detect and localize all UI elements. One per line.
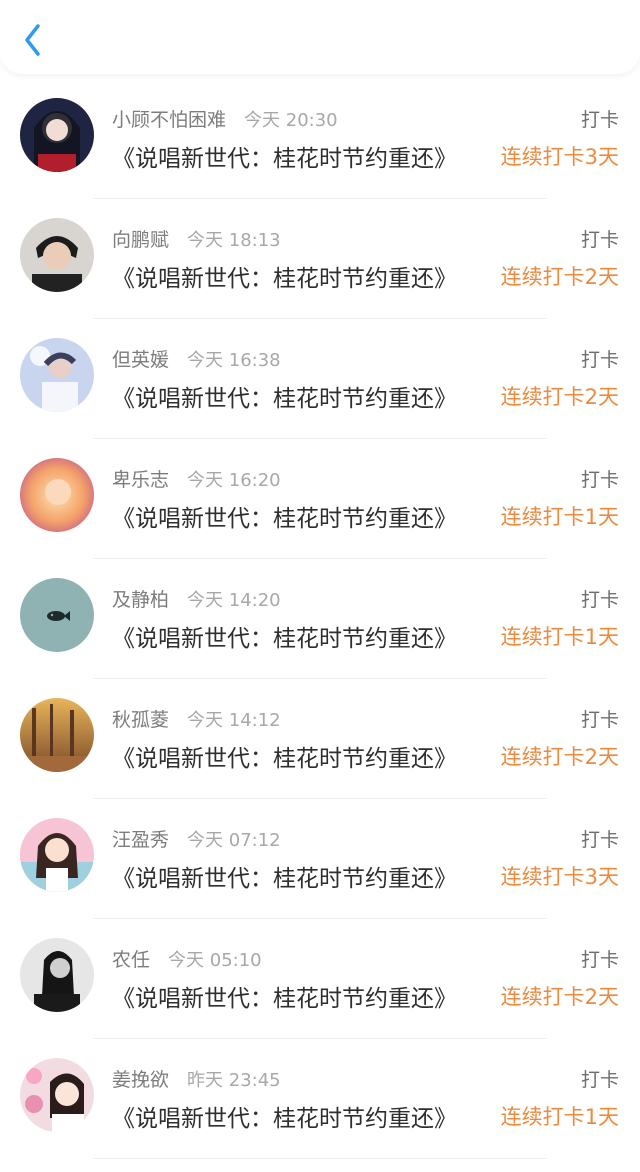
timestamp: 今天 20:30: [244, 110, 338, 131]
entry-title: 《说唱新世代：桂花时节约重还》: [112, 1106, 457, 1132]
checkin-label: 打卡: [580, 709, 619, 731]
timestamp: 今天 16:20: [187, 470, 281, 491]
checkin-label: 打卡: [580, 589, 619, 611]
checkin-label: 打卡: [580, 829, 619, 851]
avatar[interactable]: [20, 938, 94, 1012]
user-name: 姜挽欲 昨天 23:45: [112, 1069, 281, 1091]
entry-title: 《说唱新世代：桂花时节约重还》: [112, 986, 457, 1012]
streak-label: 连续打卡3天: [500, 865, 619, 889]
avatar[interactable]: [20, 338, 94, 412]
timestamp: 今天 07:12: [187, 830, 281, 851]
streak-label: 连续打卡2天: [500, 265, 619, 289]
entry-title: 《说唱新世代：桂花时节约重还》: [112, 386, 457, 412]
streak-label: 连续打卡1天: [500, 1105, 619, 1129]
list-item[interactable]: 农任 今天 05:10 《说唱新世代：桂花时节约重还》 打卡 连续打卡2天: [0, 919, 640, 1039]
back-button[interactable]: [18, 20, 54, 60]
timestamp: 昨天 23:45: [187, 1070, 281, 1091]
user-name: 向鹏赋 今天 18:13: [112, 229, 281, 251]
checkin-label: 打卡: [580, 349, 619, 371]
avatar[interactable]: [20, 818, 94, 892]
user-name: 汪盈秀 今天 07:12: [112, 829, 281, 851]
checkin-list: 小顾不怕困难 今天 20:30 《说唱新世代：桂花时节约重还》 打卡 连续打卡3天…: [0, 79, 640, 1159]
entry-title: 《说唱新世代：桂花时节约重还》: [112, 866, 457, 892]
avatar[interactable]: [20, 698, 94, 772]
user-name: 秋孤菱 今天 14:12: [112, 709, 281, 731]
timestamp: 今天 16:38: [187, 350, 281, 371]
user-name: 小顾不怕困难 今天 20:30: [112, 109, 338, 131]
timestamp: 今天 18:13: [187, 230, 281, 251]
checkin-label: 打卡: [580, 949, 619, 971]
entry-title: 《说唱新世代：桂花时节约重还》: [112, 266, 457, 292]
avatar[interactable]: [20, 218, 94, 292]
timestamp: 今天 05:10: [168, 950, 262, 971]
user-name: 卑乐志 今天 16:20: [112, 469, 281, 491]
list-item[interactable]: 小顾不怕困难 今天 20:30 《说唱新世代：桂花时节约重还》 打卡 连续打卡3天: [0, 79, 640, 199]
streak-label: 连续打卡1天: [500, 625, 619, 649]
entry-title: 《说唱新世代：桂花时节约重还》: [112, 506, 457, 532]
list-item[interactable]: 汪盈秀 今天 07:12 《说唱新世代：桂花时节约重还》 打卡 连续打卡3天: [0, 799, 640, 919]
avatar[interactable]: [20, 578, 94, 652]
checkin-label: 打卡: [580, 469, 619, 491]
streak-label: 连续打卡2天: [500, 985, 619, 1009]
user-name: 农任 今天 05:10: [112, 949, 262, 971]
list-item[interactable]: 但英媛 今天 16:38 《说唱新世代：桂花时节约重还》 打卡 连续打卡2天: [0, 319, 640, 439]
avatar[interactable]: [20, 1058, 94, 1132]
streak-label: 连续打卡2天: [500, 385, 619, 409]
checkin-label: 打卡: [580, 109, 619, 131]
user-name: 但英媛 今天 16:38: [112, 349, 281, 371]
list-item[interactable]: 向鹏赋 今天 18:13 《说唱新世代：桂花时节约重还》 打卡 连续打卡2天: [0, 199, 640, 319]
checkin-label: 打卡: [580, 229, 619, 251]
list-item[interactable]: 及静柏 今天 14:20 《说唱新世代：桂花时节约重还》 打卡 连续打卡1天: [0, 559, 640, 679]
list-item[interactable]: 卑乐志 今天 16:20 《说唱新世代：桂花时节约重还》 打卡 连续打卡1天: [0, 439, 640, 559]
divider: [92, 1158, 548, 1159]
top-bar: [0, 0, 640, 74]
checkin-label: 打卡: [580, 1069, 619, 1091]
list-item[interactable]: 姜挽欲 昨天 23:45 《说唱新世代：桂花时节约重还》 打卡 连续打卡1天: [0, 1039, 640, 1159]
avatar[interactable]: [20, 458, 94, 532]
chevron-left-icon: [25, 24, 40, 56]
streak-label: 连续打卡2天: [500, 745, 619, 769]
entry-title: 《说唱新世代：桂花时节约重还》: [112, 746, 457, 772]
list-item[interactable]: 秋孤菱 今天 14:12 《说唱新世代：桂花时节约重还》 打卡 连续打卡2天: [0, 679, 640, 799]
timestamp: 今天 14:12: [187, 710, 281, 731]
avatar[interactable]: [20, 98, 94, 172]
entry-title: 《说唱新世代：桂花时节约重还》: [112, 626, 457, 652]
user-name: 及静柏 今天 14:20: [112, 589, 281, 611]
timestamp: 今天 14:20: [187, 590, 281, 611]
entry-title: 《说唱新世代：桂花时节约重还》: [112, 146, 457, 172]
streak-label: 连续打卡3天: [500, 145, 619, 169]
streak-label: 连续打卡1天: [500, 505, 619, 529]
